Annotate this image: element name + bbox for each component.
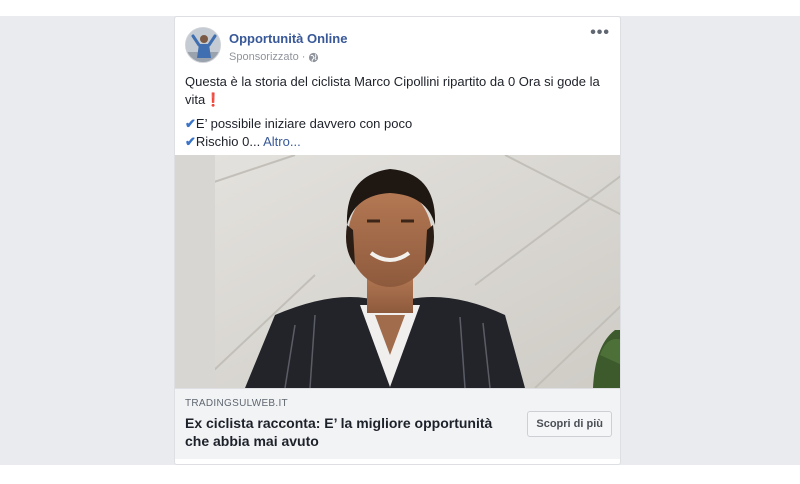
bullet-item: ✔E’ possibile iniziare davvero con poco [185,115,610,133]
post-text-line: Questa è la storia del ciclista Marco Ci… [185,73,610,109]
globe-icon[interactable] [308,52,319,63]
check-icon: ✔ [185,134,196,149]
check-icon: ✔ [185,116,196,131]
link-preview[interactable]: TRADINGSULWEB.IT Ex ciclista racconta: E… [175,388,620,459]
man-in-suit-photo [175,155,620,388]
link-domain: TRADINGSULWEB.IT [185,398,288,409]
learn-more-button[interactable]: Scopri di più [527,411,612,437]
sponsored-post: Opportunità Online Sponsorizzato · ••• Q… [174,16,621,465]
more-options-icon[interactable]: ••• [590,25,610,41]
post-meta: Sponsorizzato · [229,51,319,63]
see-more-link[interactable]: Altro... [263,134,301,149]
exclamation-icon: ❗ [205,92,222,107]
page-avatar[interactable] [185,27,221,63]
bullet-text: E’ possibile iniziare davvero con poco [195,116,413,131]
post-image[interactable] [175,155,620,388]
avatar-image [186,28,220,62]
page-name-link[interactable]: Opportunità Online [229,31,347,46]
post-text: Questa è la storia del ciclista Marco Ci… [185,73,610,151]
meta-separator: · [301,51,306,63]
link-headline[interactable]: Ex ciclista racconta: E’ la migliore opp… [185,414,505,450]
post-text-main: Questa è la storia del ciclista Marco Ci… [185,74,600,107]
bullet-item: ✔Rischio 0... Altro... [185,133,610,151]
bullet-text: Rischio 0... [195,134,264,149]
sponsored-label[interactable]: Sponsorizzato [229,51,299,63]
